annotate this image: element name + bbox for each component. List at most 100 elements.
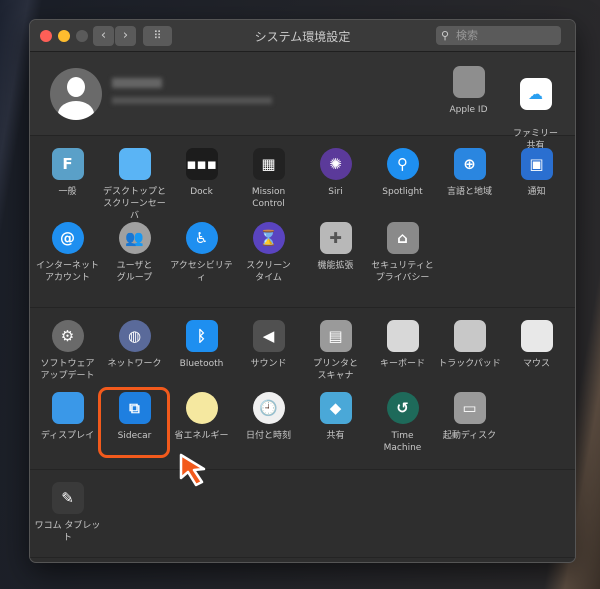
pref-label: ソフトウェア アップデート <box>40 359 95 381</box>
sidecar-highlight-box <box>98 387 170 458</box>
search-icon: ⚲ <box>441 29 450 42</box>
pref-label: インターネット アカウント <box>35 261 99 283</box>
pref-apple-id[interactable]: Apple ID <box>435 66 502 116</box>
pref-screen-time[interactable]: ⌛ スクリーン タイム <box>235 222 302 284</box>
pref-energy-saver-bulb[interactable]: 省エネルギー <box>168 392 235 442</box>
desktop-icon <box>118 148 151 180</box>
general-icon: F <box>51 148 84 180</box>
sharing-folder-icon: ◆ <box>319 392 352 424</box>
network-icon: ◍ <box>118 320 151 352</box>
pointer-cursor-icon <box>179 453 206 487</box>
pref-siri[interactable]: ✺ Siri <box>302 148 369 198</box>
pref-label: 起動ディスク <box>442 431 497 441</box>
dock-icon: ▪▪▪ <box>185 148 218 180</box>
pref-spotlight[interactable]: ⚲ Spotlight <box>369 148 436 198</box>
security-icon: ⌂ <box>386 222 419 254</box>
accessibility-icon: ♿ <box>185 222 218 254</box>
pref-label: セキュリティと プライバシー <box>371 261 434 283</box>
siri-icon: ✺ <box>319 148 352 180</box>
pref-language-flag[interactable]: ⊕ 言語と地域 <box>436 148 503 198</box>
pref-label: Mission Control <box>251 187 286 209</box>
pref-label: 共有 <box>326 431 345 441</box>
pref-sound[interactable]: ◀ サウンド <box>235 320 302 370</box>
date-time-clock-icon: 🕘 <box>252 392 285 424</box>
user-subtitle-blurred <box>112 97 272 104</box>
extensions-icon: ✚ <box>319 222 352 254</box>
pref-label: ユーザと グループ <box>116 261 153 283</box>
user-account-header: Apple ID ☁ ファミリー 共有 <box>30 52 575 151</box>
mouse-icon <box>520 320 553 352</box>
pref-users-groups[interactable]: 👥 ユーザと グループ <box>101 222 168 284</box>
pref-display[interactable]: ディスプレイ <box>34 392 101 442</box>
trackpad-icon <box>453 320 486 352</box>
pref-label: 機能拡張 <box>317 261 354 271</box>
pref-extensions[interactable]: ✚ 機能拡張 <box>302 222 369 272</box>
energy-saver-bulb-icon <box>185 392 218 424</box>
pref-date-time-clock[interactable]: 🕘 日付と時刻 <box>235 392 302 442</box>
pref-label: プリンタと スキャナ <box>312 359 358 381</box>
pref-security[interactable]: ⌂ セキュリティと プライバシー <box>369 222 436 284</box>
pref-trackpad[interactable]: トラックパッド <box>436 320 503 370</box>
time-machine-icon: ↺ <box>386 392 419 424</box>
pref-mission-control[interactable]: ▦ Mission Control <box>235 148 302 210</box>
pref-accessibility[interactable]: ♿ アクセシビリティ <box>168 222 235 284</box>
pref-label: Dock <box>190 187 213 197</box>
pref-label: 省エネルギー <box>174 431 229 441</box>
prefs-section: ✎ ワコム タブレット <box>30 470 575 558</box>
notifications-icon: ▣ <box>520 148 553 180</box>
pref-wacom-tablet[interactable]: ✎ ワコム タブレット <box>34 482 101 544</box>
pref-label: Bluetooth <box>179 359 224 369</box>
pref-time-machine[interactable]: ↺ Time Machine <box>369 392 436 454</box>
screen-time-icon: ⌛ <box>252 222 285 254</box>
sound-icon: ◀ <box>252 320 285 352</box>
spotlight-icon: ⚲ <box>386 148 419 180</box>
pref-label: 一般 <box>58 187 77 197</box>
pref-label: ワコム タブレット <box>34 521 101 543</box>
pref-notifications[interactable]: ▣ 通知 <box>503 148 570 198</box>
pref-network[interactable]: ◍ ネットワーク <box>101 320 168 370</box>
pref-label: マウス <box>522 359 550 369</box>
pref-desktop[interactable]: デスクトップと スクリーンセーバ <box>101 148 168 222</box>
pref-label: サウンド <box>250 359 287 369</box>
user-name-blurred <box>112 78 162 88</box>
bluetooth-icon: ᛒ <box>185 320 218 352</box>
pref-label: ディスプレイ <box>40 431 95 441</box>
pref-label: Spotlight <box>382 187 423 197</box>
prefs-section: F 一般 デスクトップと スクリーンセーバ ▪▪▪ Dock ▦ Mission Contr… <box>30 136 575 308</box>
pref-mouse[interactable]: マウス <box>503 320 570 370</box>
internet-accounts-icon: @ <box>51 222 84 254</box>
pref-label: Time Machine <box>383 431 422 453</box>
pref-label: 通知 <box>527 187 546 197</box>
pref-label: トラックパッド <box>438 359 501 369</box>
pref-dock[interactable]: ▪▪▪ Dock <box>168 148 235 198</box>
family-icon: ☁ <box>519 78 552 110</box>
pref-label: デスクトップと スクリーンセーバ <box>102 187 166 221</box>
printer-icon: ▤ <box>319 320 352 352</box>
pref-printer[interactable]: ▤ プリンタと スキャナ <box>302 320 369 382</box>
users-groups-icon: 👥 <box>118 222 151 254</box>
pref-label: アクセシビリティ <box>170 261 233 283</box>
pref-sharing-folder[interactable]: ◆ 共有 <box>302 392 369 442</box>
pref-label: Siri <box>328 187 343 197</box>
pref-label: 日付と時刻 <box>245 431 291 441</box>
search-input[interactable]: ⚲ 検索 <box>436 26 561 45</box>
system-preferences-window: ‹ › ⠿ システム環境設定 ⚲ 検索 Apple ID ☁ ファミリー 共有 F… <box>30 20 575 562</box>
language-flag-icon: ⊕ <box>453 148 486 180</box>
pref-label: 言語と地域 <box>446 187 492 197</box>
pref-bluetooth[interactable]: ᛒ Bluetooth <box>168 320 235 370</box>
pref-label: ネットワーク <box>107 359 162 369</box>
pref-general[interactable]: F 一般 <box>34 148 101 198</box>
pref-startup-disk[interactable]: ▭ 起動ディスク <box>436 392 503 442</box>
display-icon <box>51 392 84 424</box>
pref-keyboard[interactable]: キーボード <box>369 320 436 370</box>
pref-label: Apple ID <box>449 105 488 115</box>
pref-label: キーボード <box>379 359 425 369</box>
search-placeholder: 検索 <box>456 29 478 42</box>
pref-label: スクリーン タイム <box>246 261 291 283</box>
pref-software-update[interactable]: ⚙ ソフトウェア アップデート <box>34 320 101 382</box>
pref-internet-accounts[interactable]: @ インターネット アカウント <box>34 222 101 284</box>
title-bar: ‹ › ⠿ システム環境設定 ⚲ 検索 <box>30 20 575 52</box>
avatar[interactable] <box>50 68 102 120</box>
keyboard-icon <box>386 320 419 352</box>
software-update-icon: ⚙ <box>51 320 84 352</box>
